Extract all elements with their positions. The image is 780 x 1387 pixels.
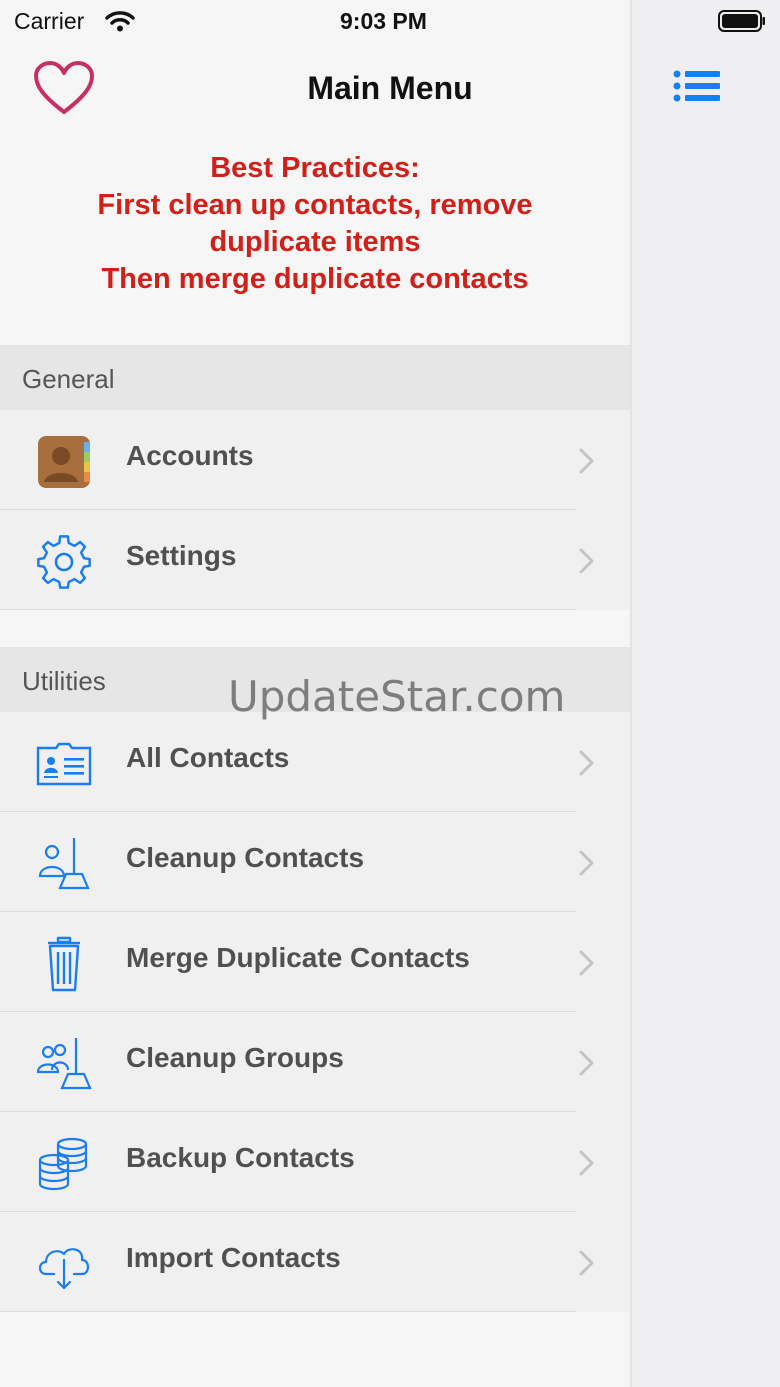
chevron-right-icon — [579, 1150, 594, 1176]
database-icon — [38, 1137, 88, 1191]
menu-item-merge-duplicate-contacts[interactable]: Merge Duplicate Contacts — [0, 912, 630, 1012]
contacts-book-icon — [38, 436, 90, 488]
chevron-right-icon — [579, 1050, 594, 1076]
menu-item-label: Cleanup Groups — [126, 1042, 344, 1073]
group-broom-icon — [36, 1038, 92, 1090]
menu-item-settings[interactable]: Settings — [0, 510, 630, 610]
notice-line: First clean up contacts, remove — [97, 189, 533, 221]
menu-item-label: Accounts — [126, 440, 254, 471]
menu-item-label: Import Contacts — [126, 1242, 341, 1273]
section-header-general: General — [0, 345, 630, 411]
notice-line: Best Practices: — [210, 152, 420, 184]
detail-area — [632, 0, 780, 1387]
menu-item-label: Merge Duplicate Contacts — [126, 942, 470, 973]
notice-line: duplicate items — [209, 226, 421, 258]
list-icon[interactable] — [672, 68, 722, 106]
chevron-right-icon — [579, 548, 594, 574]
battery-icon — [718, 10, 765, 32]
menu-item-backup-contacts[interactable]: Backup Contacts — [0, 1112, 630, 1212]
best-practices-notice: Best Practices: First clean up contacts,… — [0, 150, 630, 298]
menu-item-label: Settings — [126, 540, 237, 571]
chevron-right-icon — [579, 1250, 594, 1276]
chevron-right-icon — [579, 950, 594, 976]
watermark: UpdateStar.com — [228, 672, 566, 721]
notice-line: Then merge duplicate contacts — [101, 263, 529, 295]
menu-item-import-contacts[interactable]: Import Contacts — [0, 1212, 630, 1312]
cloud-download-icon — [38, 1248, 90, 1290]
wifi-icon — [105, 11, 135, 32]
gear-icon — [37, 535, 91, 589]
chevron-right-icon — [579, 750, 594, 776]
menu-item-all-contacts[interactable]: All Contacts — [0, 712, 630, 812]
menu-item-accounts[interactable]: Accounts — [0, 410, 630, 510]
menu-item-label: All Contacts — [126, 742, 290, 773]
page-title: Main Menu — [307, 70, 473, 106]
trash-icon — [48, 936, 80, 992]
status-bar: Carrier 9:03 PM — [0, 0, 780, 44]
person-broom-icon — [38, 838, 90, 890]
menu-item-cleanup-groups[interactable]: Cleanup Groups — [0, 1012, 630, 1112]
row-separator — [0, 609, 576, 610]
chevron-right-icon — [579, 448, 594, 474]
carrier-label: Carrier — [14, 8, 85, 34]
chevron-right-icon — [579, 850, 594, 876]
menu-item-label: Cleanup Contacts — [126, 842, 365, 873]
menu-item-label: Backup Contacts — [126, 1142, 355, 1173]
clock: 9:03 PM — [340, 8, 427, 34]
menu-item-cleanup-contacts[interactable]: Cleanup Contacts — [0, 812, 630, 912]
contact-card-icon — [36, 742, 92, 786]
row-separator — [0, 1311, 576, 1312]
